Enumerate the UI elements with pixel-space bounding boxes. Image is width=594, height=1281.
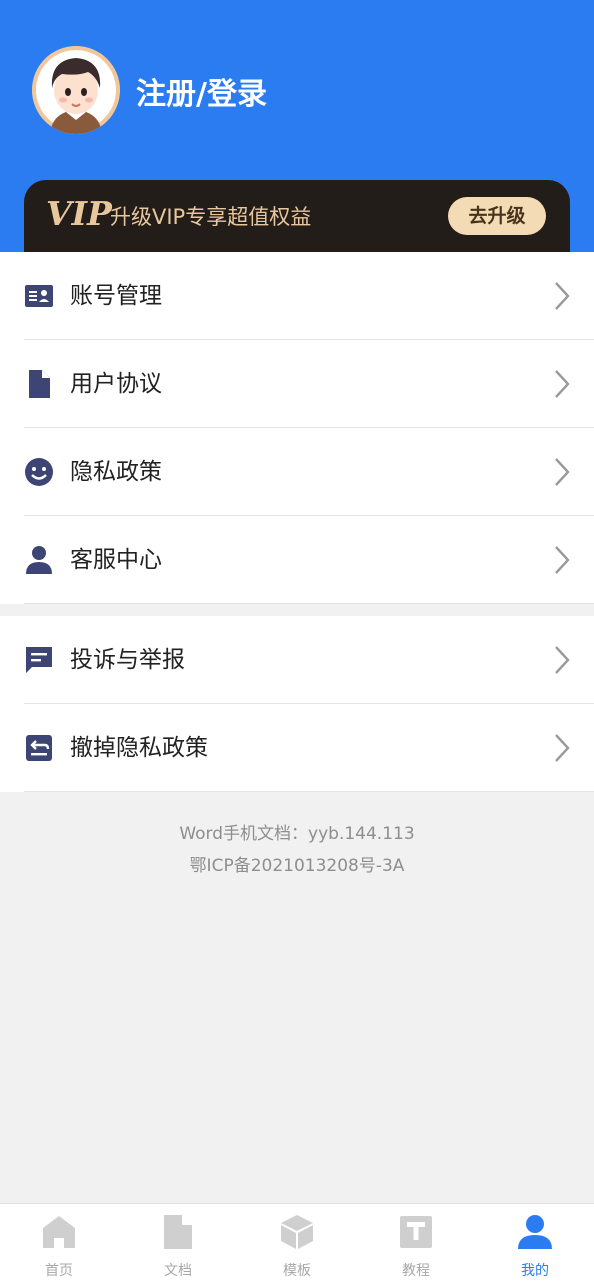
divider	[24, 603, 594, 604]
app-version-text: Word手机文档：yyb.144.113	[179, 824, 415, 844]
menu-item-account[interactable]: 账号管理	[0, 252, 594, 340]
chevron-right-icon	[555, 546, 570, 574]
icp-license-text: 鄂ICP备2021013208号-3A	[189, 856, 405, 876]
tab-label: 首页	[45, 1263, 73, 1279]
menu-item-label: 客服中心	[70, 547, 162, 573]
vip-upgrade-card[interactable]: VIP 升级VIP专享超值权益 去升级	[24, 180, 570, 252]
menu-item-user-agreement[interactable]: 用户协议	[0, 340, 594, 428]
id-card-icon	[25, 285, 53, 307]
menu-item-revoke-privacy[interactable]: 撤掉隐私政策	[0, 704, 594, 792]
chevron-right-icon	[555, 646, 570, 674]
tab-documents[interactable]: 文档	[119, 1204, 237, 1281]
tab-home[interactable]: 首页	[0, 1204, 118, 1281]
tab-label: 教程	[402, 1263, 430, 1279]
cube-icon	[281, 1215, 313, 1249]
avatar[interactable]	[32, 46, 120, 134]
avatar-illustration	[32, 46, 120, 134]
person-icon	[26, 546, 52, 574]
vip-logo: VIP	[46, 194, 112, 233]
smiley-icon	[25, 458, 53, 486]
divider	[24, 791, 594, 792]
revoke-doc-icon	[26, 735, 52, 761]
tutorial-icon	[400, 1216, 432, 1248]
document-icon	[29, 370, 50, 398]
menu-group-main: 账号管理 用户协议 隐私政策 客服中心	[0, 252, 594, 604]
tab-templates[interactable]: 模板	[238, 1204, 356, 1281]
menu-item-label: 撤掉隐私政策	[70, 735, 208, 761]
menu-group-secondary: 投诉与举报 撤掉隐私政策	[0, 616, 594, 792]
chat-report-icon	[26, 647, 52, 673]
profile-header: 注册/登录 VIP 升级VIP专享超值权益 去升级	[0, 0, 594, 252]
menu-item-label: 账号管理	[70, 283, 162, 309]
chevron-right-icon	[555, 458, 570, 486]
menu-item-label: 用户协议	[70, 371, 162, 397]
home-icon	[43, 1216, 75, 1248]
tab-label: 我的	[521, 1263, 549, 1279]
chevron-right-icon	[555, 282, 570, 310]
menu-item-complaint-report[interactable]: 投诉与举报	[0, 616, 594, 704]
login-register-link[interactable]: 注册/登录	[136, 72, 267, 118]
menu-item-customer-service[interactable]: 客服中心	[0, 516, 594, 604]
tab-profile[interactable]: 我的	[476, 1204, 594, 1281]
profile-icon	[518, 1215, 552, 1249]
vip-promo-text: 升级VIP专享超值权益	[110, 205, 312, 229]
bottom-tab-bar: 首页 文档 模板 教程 我的	[0, 1203, 594, 1281]
menu-item-label: 隐私政策	[70, 459, 162, 485]
upgrade-button[interactable]: 去升级	[448, 197, 546, 235]
menu-item-label: 投诉与举报	[70, 647, 185, 673]
tab-label: 文档	[164, 1263, 192, 1279]
file-icon	[164, 1215, 192, 1249]
chevron-right-icon	[555, 370, 570, 398]
chevron-right-icon	[555, 734, 570, 762]
menu-item-privacy-policy[interactable]: 隐私政策	[0, 428, 594, 516]
tab-tutorials[interactable]: 教程	[357, 1204, 475, 1281]
tab-label: 模板	[283, 1263, 311, 1279]
